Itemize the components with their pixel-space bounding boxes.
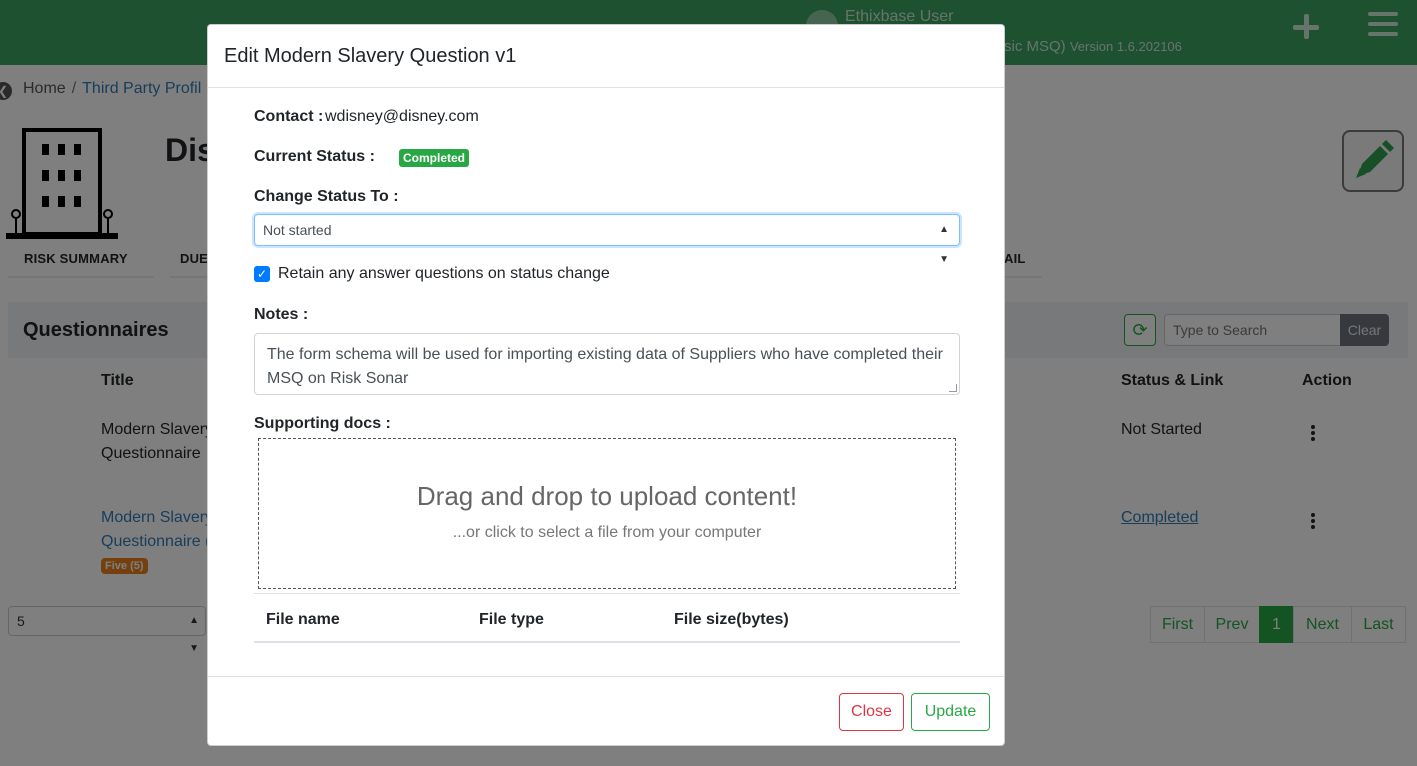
modal-title: Edit Modern Slavery Question v1 <box>224 45 517 67</box>
modal-footer: Close Update <box>208 676 1004 745</box>
change-status-select[interactable]: Not started ▲ ▼ <box>254 214 960 265</box>
select-arrows-icon: ▲▼ <box>939 224 949 265</box>
notes-label: Notes : <box>254 306 309 323</box>
close-button[interactable]: Close <box>839 693 904 731</box>
notes-textarea[interactable]: The form schema will be used for importi… <box>254 333 960 395</box>
file-dropzone[interactable]: Drag and drop to upload content! ...or c… <box>258 438 956 589</box>
contact-value: wdisney@disney.com <box>325 108 479 125</box>
status-badge: Completed <box>399 149 470 167</box>
change-status-label: Change Status To : <box>254 188 399 205</box>
modal-header: Edit Modern Slavery Question v1 <box>208 25 1004 88</box>
column-header-file-type: File type <box>479 611 544 628</box>
notes-text: The form schema will be used for importi… <box>267 346 943 387</box>
current-status-label: Current Status : <box>254 148 375 165</box>
files-table: File name File type File size(bytes) <box>254 593 960 643</box>
dropzone-subtitle: ...or click to select a file from your c… <box>452 524 762 541</box>
update-button[interactable]: Update <box>911 693 990 731</box>
retain-answers-checkbox[interactable]: ✓ <box>254 266 270 282</box>
edit-question-modal: Edit Modern Slavery Question v1 Contact … <box>207 24 1005 746</box>
dropzone-title: Drag and drop to upload content! <box>416 481 798 511</box>
contact-label: Contact : <box>254 108 324 125</box>
supporting-docs-label: Supporting docs : <box>254 415 391 432</box>
change-status-value: Not started <box>263 222 332 238</box>
column-header-file-size: File size(bytes) <box>674 611 789 628</box>
retain-answers-label[interactable]: Retain any answer questions on status ch… <box>278 265 610 283</box>
column-header-file-name: File name <box>266 611 340 628</box>
resize-grip-icon[interactable] <box>949 384 957 392</box>
